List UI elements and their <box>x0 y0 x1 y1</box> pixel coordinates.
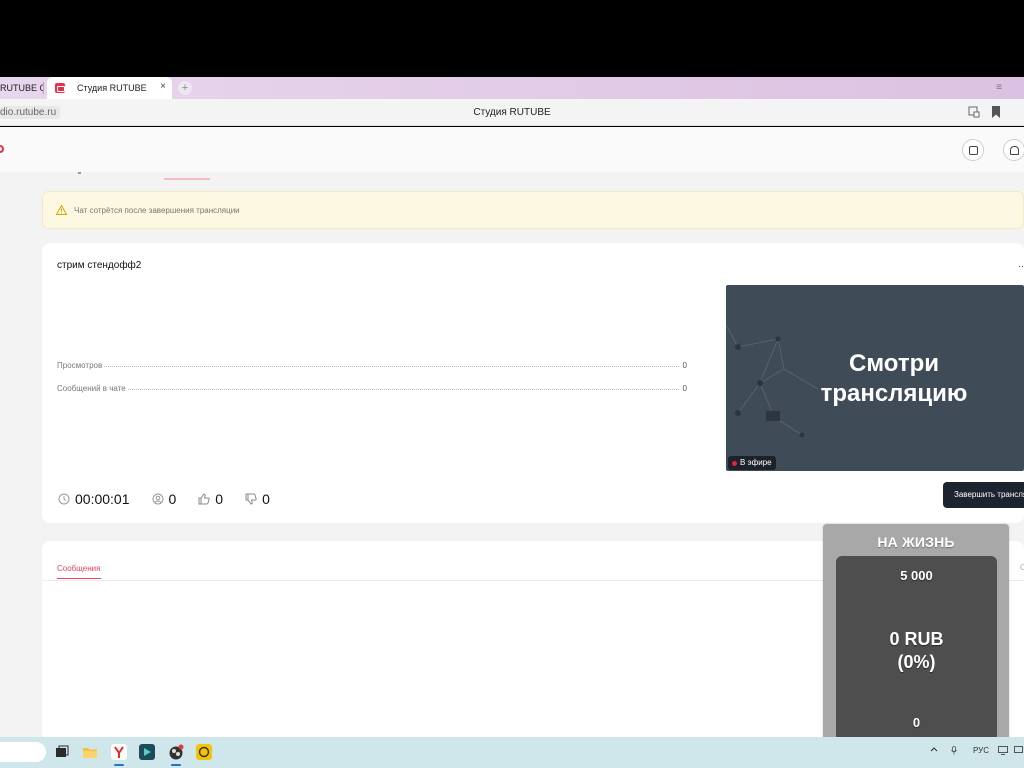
sidebar <box>0 172 38 737</box>
close-tab-icon[interactable]: × <box>160 81 166 92</box>
stat-value: 0 <box>682 384 687 393</box>
upload-button[interactable] <box>962 139 984 161</box>
donation-goal-widget: НА ЖИЗНЬ 5 000 0 RUB (0%) 0 <box>823 524 1009 752</box>
section-tabs <box>42 172 1024 180</box>
bell-icon <box>1010 146 1019 155</box>
viewers-value: 0 <box>168 491 177 507</box>
chat-warning-notice: Чат сотрётся после завершения трансляции <box>42 191 1024 229</box>
reader-mode-icon[interactable] <box>968 106 980 118</box>
display-icon[interactable] <box>998 746 1008 755</box>
language-indicator[interactable]: РУС <box>973 746 989 755</box>
rutube-favicon-icon <box>55 83 65 93</box>
end-stream-button[interactable]: Завершить трансляцию <box>943 482 1024 508</box>
tray-chevron-up-icon[interactable] <box>930 746 938 752</box>
active-tab-underline <box>164 178 210 180</box>
donation-alerts-icon[interactable] <box>196 744 212 760</box>
stream-preview[interactable]: Смотри трансляцию В эфире <box>726 285 1024 471</box>
site-header <box>0 127 1024 172</box>
tab-label: Студия RUTUBE <box>77 83 147 93</box>
active-app-indicator <box>171 764 181 766</box>
screen: RUTUBE С Студия RUTUBE × + ≡ dio.rutube.… <box>0 0 1024 768</box>
address-bar: dio.rutube.ru Студия RUTUBE <box>0 99 1024 126</box>
rutube-logo-icon[interactable] <box>0 145 4 153</box>
timer-value: 00:00:01 <box>75 491 130 507</box>
stream-card: стрим стендофф2 ⋯ Просмотров 0 Сообщений… <box>42 243 1024 523</box>
tab-separator <box>43 82 44 94</box>
clock-icon <box>58 493 70 505</box>
obs-studio-icon[interactable] <box>168 744 184 760</box>
more-options-icon[interactable]: ⋯ <box>1018 261 1024 272</box>
viewer-icon <box>152 493 163 505</box>
tab-fragment <box>78 172 81 174</box>
chat-tab-fragment[interactable]: С <box>1020 563 1024 572</box>
browser-tab-rutube[interactable]: RUTUBE С <box>0 77 44 99</box>
stream-title: стрим стендофф2 <box>57 260 142 271</box>
dislikes-counter: 0 <box>245 491 270 507</box>
browser-menu-icon[interactable]: ≡ <box>996 82 1002 93</box>
stat-label: Просмотров <box>57 361 103 370</box>
min-amount: 0 <box>912 715 921 730</box>
duration-counter: 00:00:01 <box>58 491 130 507</box>
live-counters: 00:00:01 0 0 0 <box>58 490 292 508</box>
thumbs-down-icon <box>245 493 257 505</box>
dotted-leader <box>104 366 679 367</box>
preview-caption: Смотри трансляцию <box>820 350 968 407</box>
stat-value: 0 <box>682 361 687 370</box>
notice-text: Чат сотрётся после завершения трансляции <box>74 205 240 215</box>
viewers-counter: 0 <box>152 491 177 507</box>
active-tab-underline <box>57 578 101 579</box>
live-dot-icon <box>732 460 737 466</box>
upload-icon <box>969 146 978 155</box>
tab-messages[interactable]: Сообщения <box>57 564 100 573</box>
thumbs-up-icon <box>198 493 210 505</box>
page-title: Студия RUTUBE <box>473 107 551 118</box>
likes-value: 0 <box>215 491 224 507</box>
file-explorer-icon[interactable] <box>82 744 98 760</box>
live-badge: В эфире <box>728 456 776 470</box>
goal-amount: 5 000 <box>900 568 933 583</box>
stat-row-chat-messages: Сообщений в чате 0 <box>57 381 687 393</box>
bookmark-icon[interactable] <box>991 106 1001 118</box>
microphone-icon[interactable] <box>951 746 957 755</box>
notifications-button[interactable] <box>1003 139 1024 161</box>
live-label: В эфире <box>740 458 772 467</box>
taskbar: РУС <box>0 737 1024 768</box>
dotted-leader <box>127 389 679 390</box>
collected-percent: (0%) <box>897 652 936 672</box>
dislikes-value: 0 <box>262 491 270 507</box>
browser-tab-studio[interactable]: Студия RUTUBE × <box>47 77 172 99</box>
tab-label: RUTUBE С <box>0 83 44 93</box>
network-icon[interactable] <box>1014 746 1024 755</box>
likes-counter: 0 <box>198 491 223 507</box>
media-app-icon[interactable] <box>139 744 155 760</box>
yandex-browser-icon[interactable] <box>111 744 127 760</box>
new-tab-button[interactable]: + <box>178 81 192 95</box>
taskbar-search[interactable] <box>0 742 46 762</box>
task-view-icon[interactable] <box>54 744 70 760</box>
widget-title: НА ЖИЗНЬ <box>877 534 955 550</box>
active-app-indicator <box>114 764 124 766</box>
stat-label: Сообщений в чате <box>57 384 126 393</box>
collected-value: 0 RUB <box>889 629 944 649</box>
stat-row-views: Просмотров 0 <box>57 358 687 370</box>
browser-tab-bar: RUTUBE С Студия RUTUBE × <box>0 77 1024 99</box>
widget-progress-box: 5 000 0 RUB (0%) 0 <box>836 556 997 741</box>
collected-amount: 0 RUB (0%) <box>836 628 997 674</box>
warning-triangle-icon <box>56 205 67 215</box>
